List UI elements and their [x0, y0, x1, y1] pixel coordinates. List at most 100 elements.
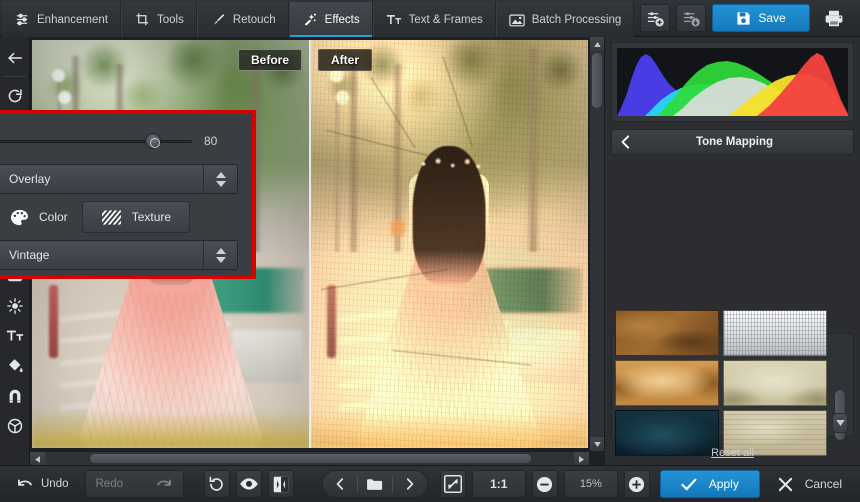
folder-icon [367, 478, 383, 490]
texture-cream-paper[interactable] [723, 360, 827, 406]
tone-mapping-header[interactable]: Tone Mapping [611, 129, 854, 155]
eye-icon [239, 478, 258, 490]
image-editor-window: Enhancement Tools Retouch Effects Text &… [0, 0, 860, 502]
type-option-color[interactable]: Color [0, 201, 82, 233]
category-stepper[interactable] [203, 241, 237, 269]
nav-prev-button[interactable] [323, 471, 357, 497]
thumbnail-scroll-down[interactable] [832, 413, 848, 433]
magic-wand-icon [302, 11, 319, 28]
blend-dropdown[interactable]: Overlay [0, 164, 238, 194]
amount-slider[interactable] [0, 133, 192, 149]
brush-icon [210, 11, 227, 28]
palette-icon [11, 209, 28, 225]
blend-row: Blend Overlay [0, 160, 238, 198]
load-preset-button[interactable] [676, 4, 706, 32]
texture-grid [615, 310, 827, 456]
texture-thumbnail-list[interactable] [611, 310, 854, 456]
add-preset-icon [647, 11, 664, 26]
arrow-left-icon [7, 52, 22, 64]
blend-stepper[interactable] [203, 165, 237, 193]
texture-orange-vintage[interactable] [615, 360, 719, 406]
rotate-cw-icon [8, 89, 22, 103]
sun-icon [6, 298, 23, 314]
tab-label: Retouch [232, 13, 276, 26]
photos-icon [509, 11, 526, 28]
vertical-scroll-thumb[interactable] [592, 53, 602, 108]
nav-next-button[interactable] [393, 471, 427, 497]
after-image-pane: After [310, 40, 588, 448]
scroll-left-arrow[interactable] [30, 452, 45, 465]
compare-button[interactable] [267, 470, 294, 498]
amount-value: 80 [204, 134, 218, 148]
chevron-up-icon [215, 171, 226, 178]
x-icon [778, 477, 792, 491]
toolbar-actions: Save [636, 0, 860, 36]
rail-divider [3, 76, 26, 77]
rotate-tool[interactable] [0, 81, 30, 111]
scroll-down-arrow[interactable] [590, 437, 604, 451]
actual-size-button[interactable]: 1:1 [471, 470, 526, 498]
cancel-button[interactable]: Cancel [766, 470, 854, 498]
reset-circular-icon [209, 476, 223, 491]
tone-mapping-title: Tone Mapping [695, 136, 774, 148]
thumbnail-scrollbar[interactable] [830, 337, 850, 441]
tab-enhancement[interactable]: Enhancement [2, 2, 121, 37]
text-tool[interactable] [0, 321, 30, 351]
magnet-tool[interactable] [0, 381, 30, 411]
after-photo [310, 40, 588, 448]
preview-button[interactable] [235, 470, 262, 498]
tab-label: Enhancement [37, 13, 108, 26]
category-row: Category Vintage [0, 236, 238, 274]
add-preset-button[interactable] [640, 4, 670, 32]
texture-rust-brown[interactable] [615, 310, 719, 356]
canvas-horizontal-scrollbar[interactable] [30, 451, 589, 465]
after-label: After [318, 49, 373, 71]
amount-slider-knob[interactable] [144, 133, 161, 149]
hatch-texture-icon [101, 209, 121, 225]
apply-label: Apply [708, 477, 739, 491]
cancel-label: Cancel [804, 477, 843, 491]
tab-tools[interactable]: Tools [120, 2, 197, 37]
undo-label: Undo [41, 478, 69, 490]
tab-retouch[interactable]: Retouch [196, 2, 289, 37]
canvas-vertical-scrollbar[interactable] [589, 37, 604, 451]
chevron-left-icon [621, 135, 629, 149]
reset-all-link[interactable]: Reset all [605, 447, 860, 459]
undo-button[interactable]: Undo [6, 470, 79, 498]
top-toolbar: Enhancement Tools Retouch Effects Text &… [0, 0, 860, 37]
reset-button[interactable] [203, 470, 230, 498]
apply-button[interactable]: Apply [659, 470, 760, 498]
scroll-up-arrow[interactable] [590, 37, 604, 51]
paint-bucket-tool[interactable] [0, 351, 30, 381]
horizontal-scroll-thumb[interactable] [90, 454, 531, 463]
texture-white-grunge[interactable] [723, 310, 827, 356]
tab-batch-processing[interactable]: Batch Processing [495, 2, 635, 37]
zoom-out-button[interactable] [531, 470, 558, 498]
color-picker-tool[interactable] [0, 411, 30, 441]
save-label: Save [758, 11, 786, 25]
scroll-right-arrow[interactable] [574, 452, 589, 465]
panel-back-button[interactable] [612, 135, 638, 149]
print-button[interactable] [816, 4, 852, 32]
back-arrow-tool[interactable] [0, 43, 30, 73]
tab-effects[interactable]: Effects [288, 2, 373, 37]
rgb-histogram [617, 48, 848, 116]
category-dropdown[interactable]: Vintage [0, 240, 238, 270]
chevron-left-icon [336, 478, 343, 490]
zoom-in-button[interactable] [623, 470, 650, 498]
tab-text-and-frames[interactable]: Text & Frames [372, 2, 496, 37]
save-button[interactable]: Save [712, 4, 810, 32]
blend-value: Overlay [0, 165, 203, 193]
redo-button[interactable]: Redo [84, 470, 184, 498]
before-after-divider[interactable] [309, 40, 311, 448]
plus-circle-icon [629, 476, 645, 492]
fit-to-screen-button[interactable] [439, 470, 466, 498]
brightness-tool[interactable] [0, 291, 30, 321]
sliders-icon [14, 11, 31, 28]
type-option-texture[interactable]: Texture [81, 201, 191, 233]
nav-folder-button[interactable] [358, 471, 392, 497]
zoom-level-display[interactable]: 15% [563, 470, 618, 498]
tab-label: Text & Frames [408, 13, 483, 26]
right-panel: Tone Mapping Reset all [604, 37, 860, 465]
tone-mapping-settings: Amount 80 Blend Overlay Type [0, 110, 256, 279]
